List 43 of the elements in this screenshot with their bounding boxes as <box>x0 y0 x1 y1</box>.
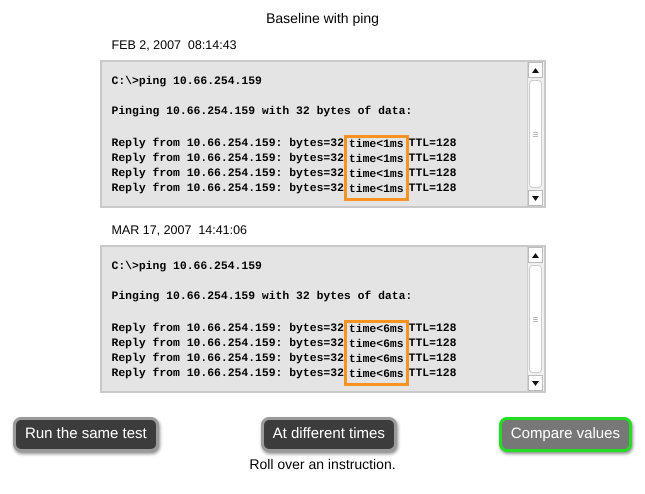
instruction-button[interactable]: At different times <box>260 417 397 452</box>
console-line: C:\>ping 10.66.254.159 <box>112 75 262 90</box>
console-line: Reply from 10.66.254.159: bytes=32 <box>112 337 344 352</box>
reply-ttl: TTL=128 <box>408 322 456 337</box>
timestamp: MAR 17, 2007 14:41:06 <box>112 222 248 237</box>
timestamp: FEB 2, 2007 08:14:43 <box>112 37 238 52</box>
console-line: Reply from 10.66.254.159: bytes=32 <box>112 182 344 197</box>
page-title: Baseline with ping <box>266 9 379 28</box>
scrollbar[interactable] <box>526 247 544 391</box>
console-line: Reply from 10.66.254.159: bytes=32 <box>112 152 344 167</box>
scroll-up-icon[interactable] <box>528 62 543 78</box>
reply-ttl: TTL=128 <box>408 137 456 152</box>
scroll-thumb[interactable] <box>529 80 542 188</box>
console-line: Reply from 10.66.254.159: bytes=32 <box>112 137 344 152</box>
reply-time: time<1ms <box>348 138 404 153</box>
scroll-down-icon[interactable] <box>528 375 543 391</box>
reply-time: time<1ms <box>348 153 404 168</box>
instruction-text: Roll over an instruction. <box>249 455 396 474</box>
console-line: Pinging 10.66.254.159 with 32 bytes of data: <box>112 290 412 305</box>
reply-time: time<6ms <box>348 323 404 338</box>
instruction-button[interactable]: Compare values <box>498 417 632 452</box>
reply-ttl: TTL=128 <box>408 337 456 352</box>
console-line: Reply from 10.66.254.159: bytes=32 <box>112 367 344 382</box>
reply-ttl: TTL=128 <box>408 182 456 197</box>
scroll-thumb[interactable] <box>529 265 542 373</box>
scroll-up-icon[interactable] <box>528 247 543 263</box>
reply-ttl: TTL=128 <box>408 152 456 167</box>
console-line: C:\>ping 10.66.254.159 <box>112 260 262 275</box>
instruction-button[interactable]: Run the same test <box>13 417 159 452</box>
reply-time: time<1ms <box>348 168 404 183</box>
reply-time: time<6ms <box>348 338 404 353</box>
reply-time: time<6ms <box>348 353 404 368</box>
reply-ttl: TTL=128 <box>408 367 456 382</box>
reply-time: time<6ms <box>348 368 404 383</box>
console-line: Reply from 10.66.254.159: bytes=32 <box>112 167 344 182</box>
scrollbar[interactable] <box>526 62 544 206</box>
console-line: Reply from 10.66.254.159: bytes=32 <box>112 352 344 367</box>
reply-ttl: TTL=128 <box>408 352 456 367</box>
reply-ttl: TTL=128 <box>408 167 456 182</box>
console-line: Reply from 10.66.254.159: bytes=32 <box>112 322 344 337</box>
scroll-down-icon[interactable] <box>528 190 543 206</box>
reply-time: time<1ms <box>348 183 404 198</box>
console-line: Pinging 10.66.254.159 with 32 bytes of data: <box>112 105 412 120</box>
